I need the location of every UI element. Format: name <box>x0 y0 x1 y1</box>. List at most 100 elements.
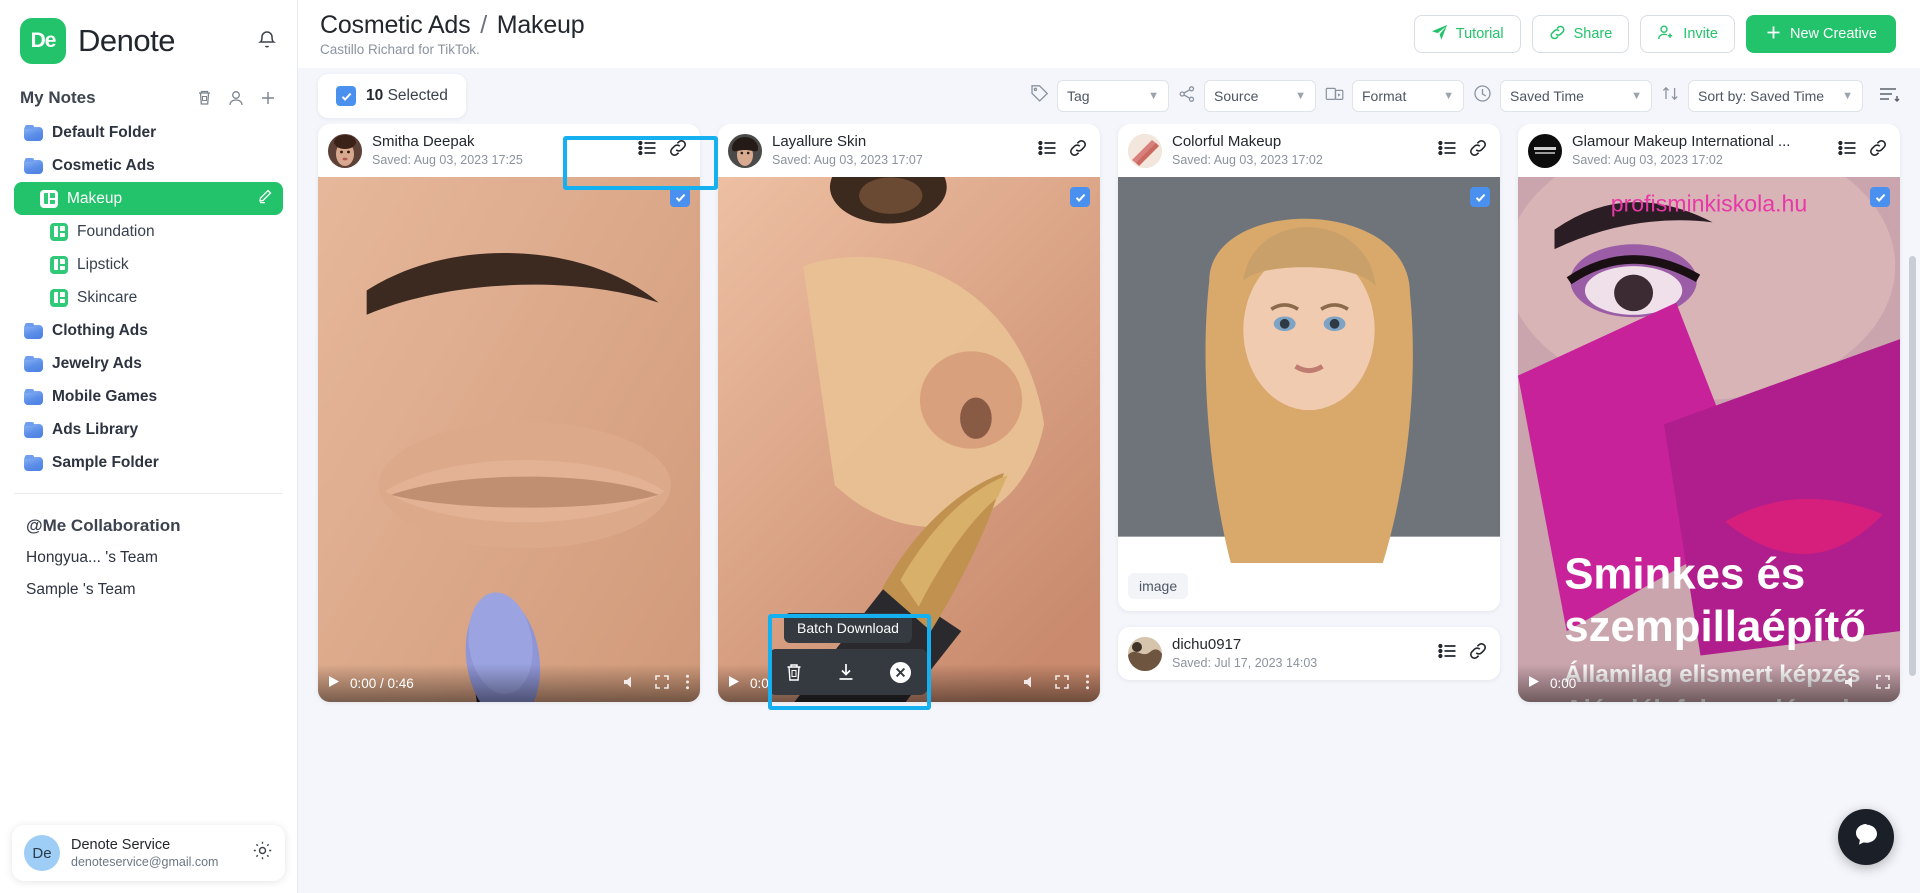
more-options-icon[interactable] <box>1085 674 1090 693</box>
person-icon[interactable] <box>227 89 245 107</box>
app-logo[interactable]: De <box>20 18 66 64</box>
plus-icon[interactable] <box>259 89 277 107</box>
play-icon[interactable] <box>728 675 740 691</box>
sidebar-item-cosmetic-ads[interactable]: Cosmetic Ads <box>14 149 283 182</box>
grid-column-3: Colorful Makeup Saved: Aug 03, 2023 17:0… <box>1118 124 1500 893</box>
creative-card[interactable]: Colorful Makeup Saved: Aug 03, 2023 17:0… <box>1118 124 1500 611</box>
chevron-down-icon: ▼ <box>1842 90 1853 102</box>
batch-delete-icon[interactable] <box>784 662 804 683</box>
fullscreen-icon[interactable] <box>655 674 669 692</box>
sidebar-item-label: Sample Folder <box>52 453 159 471</box>
fullscreen-icon[interactable] <box>1876 674 1890 692</box>
creative-card[interactable]: Glamour Makeup International ... Saved: … <box>1518 124 1900 702</box>
folder-icon <box>24 355 43 372</box>
user-email: denoteservice@gmail.com <box>71 854 219 869</box>
sidebar-item-clothing-ads[interactable]: Clothing Ads <box>14 314 283 347</box>
tag-filter[interactable]: Tag ▼ <box>1030 80 1169 112</box>
sidebar-item-mobile-games[interactable]: Mobile Games <box>14 380 283 413</box>
video-controls[interactable]: 0:00 / 0:46 <box>318 664 700 702</box>
volume-icon[interactable] <box>1844 675 1860 692</box>
invite-button[interactable]: Invite <box>1640 15 1735 53</box>
share-button[interactable]: Share <box>1531 15 1630 53</box>
volume-icon[interactable] <box>1023 675 1039 692</box>
trash-icon[interactable] <box>196 89 213 107</box>
link-icon[interactable] <box>668 138 688 163</box>
sidebar-item-skincare[interactable]: Skincare <box>14 281 283 314</box>
sidebar-item-sample-folder[interactable]: Sample Folder <box>14 446 283 479</box>
tag-select[interactable]: Tag ▼ <box>1057 80 1169 112</box>
my-notes-header: My Notes <box>0 72 297 116</box>
selection-count-label: 10 Selected <box>366 87 448 105</box>
card-media[interactable] <box>1118 177 1500 563</box>
card-select-checkbox[interactable] <box>1470 187 1490 207</box>
bell-icon[interactable] <box>257 28 277 54</box>
sidebar-item-default-folder[interactable]: Default Folder <box>14 116 283 149</box>
source-filter[interactable]: Source ▼ <box>1178 80 1316 112</box>
volume-icon[interactable] <box>623 675 639 692</box>
saved-time-select[interactable]: Saved Time ▼ <box>1500 80 1652 112</box>
list-icon[interactable] <box>1038 139 1058 162</box>
list-icon[interactable] <box>1438 642 1458 665</box>
avatar-initials: De <box>32 844 52 862</box>
chevron-down-icon: ▼ <box>1631 90 1642 102</box>
link-icon[interactable] <box>1068 138 1088 163</box>
sidebar-item-jewelry-ads[interactable]: Jewelry Ads <box>14 347 283 380</box>
sort-filter[interactable]: Sort by: Saved Time ▼ <box>1661 80 1863 112</box>
sidebar-item-label: Ads Library <box>52 420 139 438</box>
card-media[interactable]: profisminkiskola.hu Sminkes és szempilla… <box>1518 177 1900 702</box>
card-select-checkbox[interactable] <box>670 187 690 207</box>
new-creative-button[interactable]: New Creative <box>1745 15 1896 53</box>
play-icon[interactable] <box>328 675 340 691</box>
chevron-down-icon: ▼ <box>1295 90 1306 102</box>
card-select-checkbox[interactable] <box>1070 187 1090 207</box>
team-item-hongyua[interactable]: Hongyua... 's Team <box>0 542 297 574</box>
folder-icon <box>24 124 43 141</box>
list-icon[interactable] <box>1438 139 1458 162</box>
creative-card[interactable]: dichu0917 Saved: Jul 17, 2023 14:03 <box>1118 627 1500 680</box>
card-thumbnail <box>318 177 700 702</box>
vertical-scrollbar[interactable] <box>1909 256 1916 676</box>
sidebar-item-foundation[interactable]: Foundation <box>14 215 283 248</box>
board-icon <box>50 255 68 274</box>
list-icon[interactable] <box>638 139 658 162</box>
sort-select[interactable]: Sort by: Saved Time ▼ <box>1688 80 1863 112</box>
fullscreen-icon[interactable] <box>1055 674 1069 692</box>
edit-pencil-icon[interactable] <box>257 188 273 209</box>
sidebar-item-ads-library[interactable]: Ads Library <box>14 413 283 446</box>
batch-download-icon[interactable] <box>836 662 856 682</box>
select-all-checkbox[interactable] <box>336 86 356 106</box>
header-actions: Tutorial Share Invite New Creative <box>1413 15 1896 53</box>
creative-card[interactable]: Smitha Deepak Saved: Aug 03, 2023 17:25 <box>318 124 700 702</box>
share-label: Share <box>1573 26 1613 42</box>
batch-buttons <box>768 649 928 695</box>
list-view-icon[interactable] <box>1878 84 1900 109</box>
folder-icon <box>24 322 43 339</box>
gear-icon[interactable] <box>252 840 273 866</box>
video-controls[interactable]: 0:00 <box>1518 664 1900 702</box>
format-select[interactable]: Format ▼ <box>1352 80 1464 112</box>
saved-time-filter[interactable]: Saved Time ▼ <box>1473 80 1652 112</box>
top-bar: Cosmetic Ads / Makeup Castillo Richard f… <box>298 0 1920 68</box>
more-options-icon[interactable] <box>685 674 690 693</box>
sidebar-item-lipstick[interactable]: Lipstick <box>14 248 283 281</box>
play-icon[interactable] <box>1528 675 1540 691</box>
folder-icon <box>24 454 43 471</box>
selection-box[interactable]: 10 Selected <box>318 74 466 118</box>
card-header: Colorful Makeup Saved: Aug 03, 2023 17:0… <box>1118 124 1500 177</box>
breadcrumb-parent[interactable]: Cosmetic Ads <box>320 11 471 39</box>
chat-button[interactable] <box>1838 809 1894 865</box>
user-profile-card[interactable]: De Denote Service denoteservice@gmail.co… <box>12 825 285 881</box>
link-icon[interactable] <box>1868 138 1888 163</box>
source-value: Source <box>1214 88 1259 104</box>
sidebar-item-makeup[interactable]: Makeup <box>14 182 283 215</box>
batch-close-icon[interactable] <box>889 661 912 684</box>
tutorial-button[interactable]: Tutorial <box>1413 15 1521 53</box>
card-select-checkbox[interactable] <box>1870 187 1890 207</box>
list-icon[interactable] <box>1838 139 1858 162</box>
link-icon[interactable] <box>1468 138 1488 163</box>
source-select[interactable]: Source ▼ <box>1204 80 1316 112</box>
team-item-sample[interactable]: Sample 's Team <box>0 574 297 606</box>
format-filter[interactable]: Format ▼ <box>1325 80 1464 112</box>
link-icon[interactable] <box>1468 641 1488 666</box>
card-media[interactable]: 0:00 / 0:46 <box>318 177 700 702</box>
